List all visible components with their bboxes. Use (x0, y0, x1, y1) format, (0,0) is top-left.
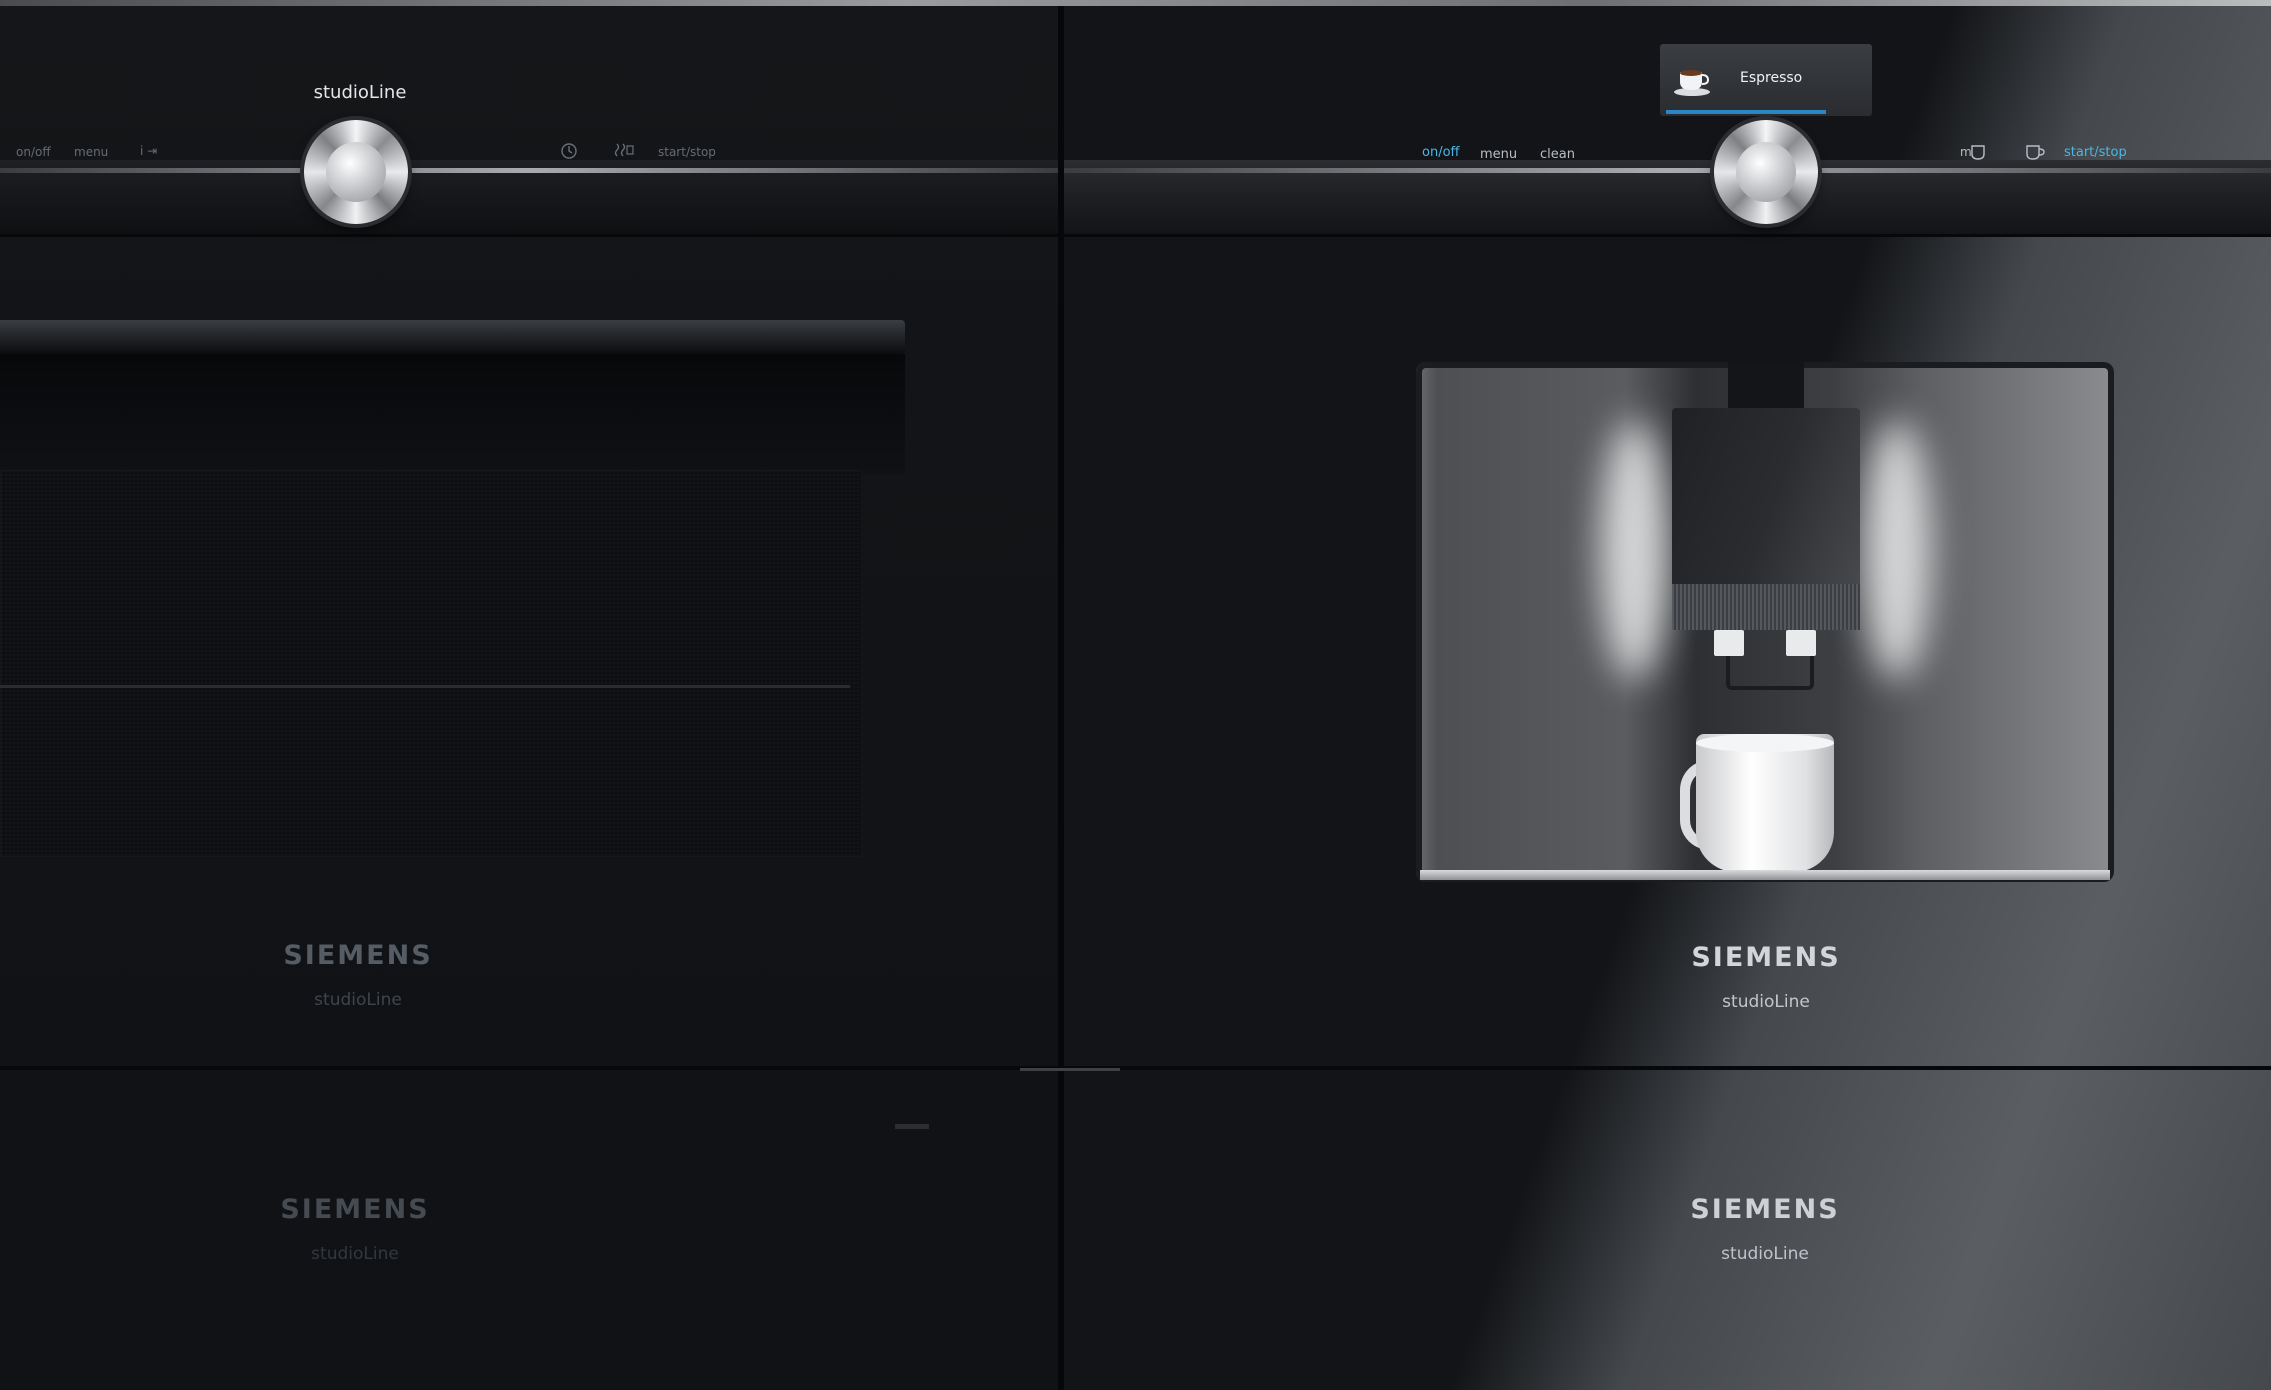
coffee-nozzle-right (1786, 630, 1816, 656)
oven-header-brand: studioLine (313, 82, 407, 103)
left-drawer-indicator (895, 1124, 929, 1129)
coffee-control-strip (1064, 168, 2271, 173)
coffee-startstop-button[interactable]: start/stop (2064, 145, 2127, 160)
oven-control-strip (0, 168, 1058, 173)
right-drawer-brand-logo: SIEMENS (1690, 1194, 1840, 1225)
clock-icon[interactable] (560, 142, 578, 160)
coffee-control-knob[interactable] (1714, 120, 1818, 224)
oven-startstop-button[interactable]: start/stop (658, 145, 716, 159)
coffee-display-label: Espresso (1740, 70, 1803, 86)
cabinet-divider-horizontal (0, 1066, 2271, 1070)
oven-control-knob[interactable] (304, 120, 408, 224)
coffee-cup-icon (1672, 62, 1712, 98)
hot-air-icon[interactable] (614, 140, 636, 160)
niche-light-left (1600, 420, 1670, 680)
espresso-cup (1696, 734, 1834, 872)
cup-icon[interactable] (2024, 142, 2046, 162)
oven-info-button[interactable]: i ⇥ (140, 144, 157, 158)
oven-brand-logo: SIEMENS (283, 940, 433, 971)
coffee-display[interactable]: Espresso (1660, 44, 1872, 116)
coffee-display-progress (1666, 110, 1826, 114)
coffee-subbrand: studioLine (1722, 992, 1810, 1012)
coffee-brand-logo: SIEMENS (1691, 942, 1841, 973)
coffee-menu-button[interactable]: menu (1480, 147, 1517, 162)
my-coffee-icon[interactable]: m (1960, 142, 1990, 162)
cup-rim (1696, 734, 1834, 752)
drawer-trim (1020, 1068, 1120, 1071)
coffee-spout-band (1672, 584, 1860, 630)
cabinet-divider-vertical (1058, 6, 1064, 1390)
oven-subbrand: studioLine (314, 990, 402, 1010)
drip-tray (1420, 870, 2110, 880)
oven-onoff-button[interactable]: on/off (16, 145, 51, 159)
nozzle-bracket (1726, 656, 1814, 690)
oven-door-upper (0, 354, 905, 474)
oven-door-handle[interactable] (0, 320, 905, 354)
coffee-clean-button[interactable]: clean (1540, 147, 1575, 162)
right-drawer-subbrand: studioLine (1721, 1244, 1809, 1264)
svg-text:m: m (1960, 145, 1972, 159)
oven-window (0, 470, 862, 857)
coffee-spout-neck (1728, 362, 1804, 410)
coffee-nozzle-left (1714, 630, 1744, 656)
oven-menu-button[interactable]: menu (74, 145, 108, 159)
oven-rack (0, 685, 850, 688)
left-drawer-subbrand: studioLine (311, 1244, 399, 1264)
coffee-onoff-button[interactable]: on/off (1422, 145, 1459, 160)
niche-light-right (1862, 420, 1932, 680)
left-drawer-brand-logo: SIEMENS (280, 1194, 430, 1225)
